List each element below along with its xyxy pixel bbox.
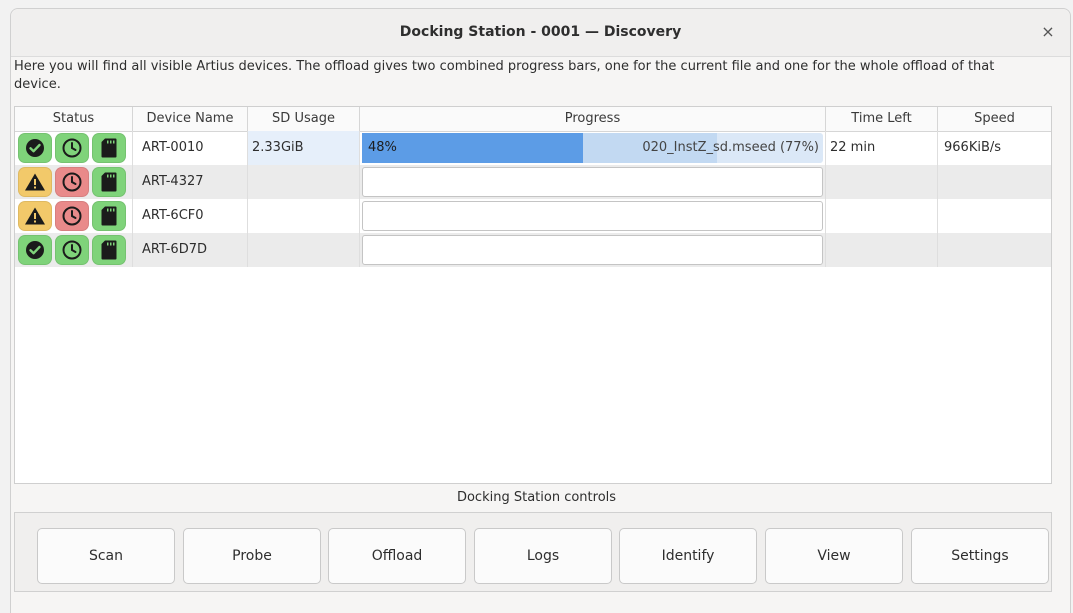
close-icon[interactable]: ×: [1038, 22, 1058, 42]
time-left-cell: [826, 165, 938, 199]
speed-cell: 966KiB/s: [944, 140, 1002, 155]
header-device-name[interactable]: Device Name: [133, 107, 248, 131]
window-title: Docking Station - 0001 — Discovery: [399, 24, 682, 40]
header-status[interactable]: Status: [15, 107, 133, 131]
sd-card-icon: [92, 133, 126, 163]
clock-icon: [55, 167, 89, 197]
title-bar: Docking Station - 0001 — Discovery ×: [11, 9, 1070, 57]
clock-icon: [55, 235, 89, 265]
table-header: Status Device Name SD Usage Progress Tim…: [15, 107, 1051, 132]
progress-bar: [362, 235, 823, 265]
header-speed[interactable]: Speed: [938, 107, 1051, 131]
settings-button[interactable]: Settings: [911, 528, 1049, 584]
controls-panel: Scan Probe Offload Logs Identify View Se…: [14, 512, 1052, 592]
warning-icon: [18, 167, 52, 197]
table-row[interactable]: ART-0010 2.33GiB 48% 020_InstZ_sd.mseed (77…: [15, 131, 1051, 165]
progress-file-label: 020_InstZ_sd.mseed (77%): [642, 140, 819, 155]
sd-card-icon: [92, 235, 126, 265]
header-progress[interactable]: Progress: [360, 107, 826, 131]
device-table[interactable]: Status Device Name SD Usage Progress Tim…: [14, 106, 1052, 484]
time-left-cell: [826, 233, 938, 267]
checkmark-icon: [18, 133, 52, 163]
description-text: Here you will find all visible Artius de…: [14, 59, 995, 92]
progress-bar: 48% 020_InstZ_sd.mseed (77%): [362, 133, 823, 163]
progress-cell: [360, 165, 826, 199]
scan-button[interactable]: Scan: [37, 528, 175, 584]
status-cell: [15, 233, 133, 267]
device-name-cell: ART-0010: [133, 131, 248, 165]
header-sd-usage[interactable]: SD Usage: [248, 107, 360, 131]
progress-cell: [360, 199, 826, 233]
device-name-cell: ART-4327: [133, 165, 248, 199]
time-left-cell: [826, 199, 938, 233]
progress-cell: [360, 233, 826, 267]
progress-cell: 48% 020_InstZ_sd.mseed (77%): [360, 131, 826, 165]
sd-usage-cell: [248, 199, 360, 233]
sd-usage-cell: [248, 165, 360, 199]
header-time-left[interactable]: Time Left: [826, 107, 938, 131]
speed-cell: [938, 233, 1051, 267]
clock-icon: [55, 201, 89, 231]
probe-button[interactable]: Probe: [183, 528, 321, 584]
progress-bar: [362, 167, 823, 197]
offload-button[interactable]: Offload: [328, 528, 466, 584]
sd-card-icon: [92, 201, 126, 231]
sd-usage-cell: 2.33GiB: [248, 131, 360, 165]
clock-icon: [55, 133, 89, 163]
identify-button[interactable]: Identify: [619, 528, 757, 584]
logs-button[interactable]: Logs: [474, 528, 612, 584]
status-cell: [15, 165, 133, 199]
device-name-cell: ART-6D7D: [133, 233, 248, 267]
table-row[interactable]: ART-6CF0: [15, 199, 1051, 233]
view-button[interactable]: View: [765, 528, 903, 584]
speed-cell: [938, 199, 1051, 233]
device-name-cell: ART-6CF0: [133, 199, 248, 233]
speed-cell: [938, 165, 1051, 199]
time-left-cell: 22 min: [826, 131, 938, 165]
warning-icon: [18, 201, 52, 231]
table-row[interactable]: ART-6D7D: [15, 233, 1051, 267]
sd-card-icon: [92, 167, 126, 197]
table-row[interactable]: ART-4327: [15, 165, 1051, 199]
progress-bar: [362, 201, 823, 231]
checkmark-icon: [18, 235, 52, 265]
status-cell: [15, 199, 133, 233]
controls-label: Docking Station controls: [456, 490, 617, 505]
status-cell: [15, 131, 133, 165]
sd-usage-cell: [248, 233, 360, 267]
progress-percent-label: 48%: [368, 140, 397, 155]
